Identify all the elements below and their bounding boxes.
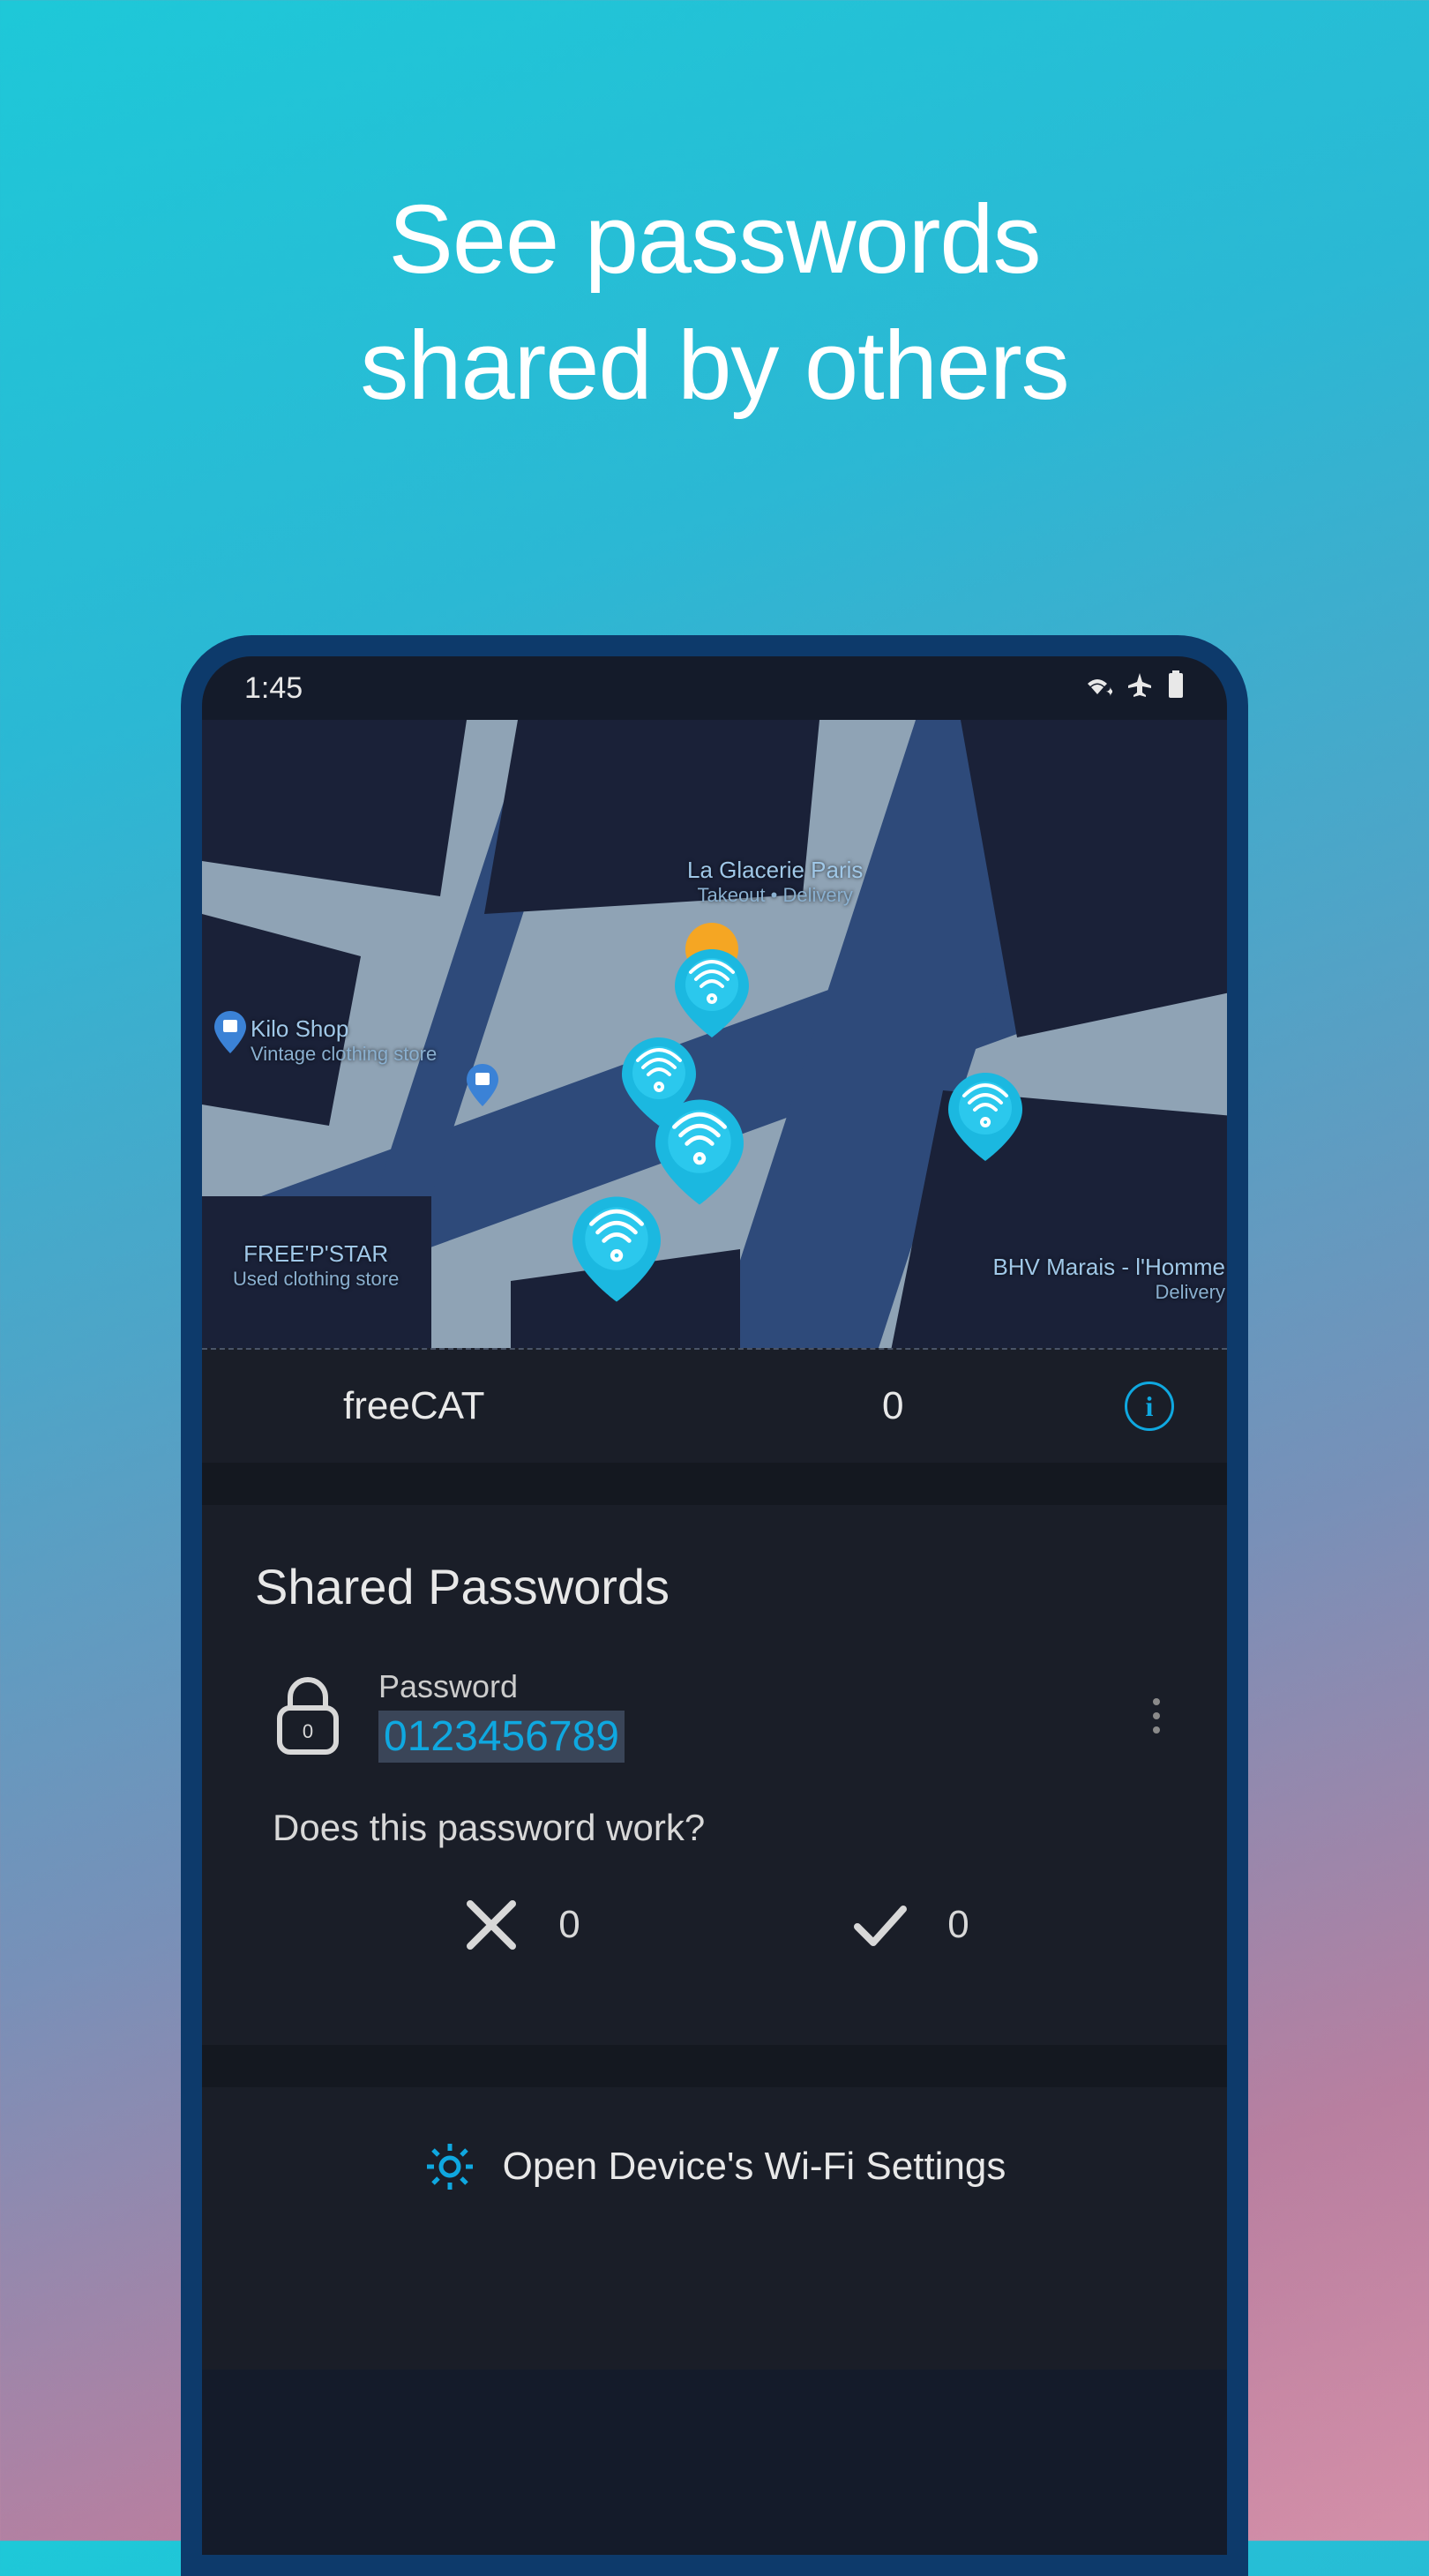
battery-icon [1167,670,1185,707]
lock-icon: 0 [273,1676,343,1756]
settings-label: Open Device's Wi-Fi Settings [503,2145,1006,2189]
status-bar: 1:45 ✦ [202,656,1227,720]
no-count: 0 [558,1903,580,1947]
wifi-hotspot-pin[interactable] [675,949,749,1037]
password-entry: 0 Password 0123456789 [255,1668,1174,1763]
wifi-status-icon: ✦ [1082,671,1112,706]
password-label: Password [378,1668,1104,1705]
wifi-hotspot-pin[interactable] [655,1099,744,1205]
more-options-button[interactable] [1139,1698,1174,1734]
divider [202,2045,1227,2087]
section-title: Shared Passwords [255,1558,1174,1615]
shop-pin-icon[interactable] [467,1064,498,1106]
map-view[interactable]: La Glacerie Paris Takeout • Delivery Kil… [202,720,1227,1348]
network-name: freeCAT [343,1384,485,1428]
wifi-hotspot-pin[interactable] [948,1073,1022,1161]
x-icon [460,1893,523,1957]
open-wifi-settings-button[interactable]: Open Device's Wi-Fi Settings [202,2087,1227,2370]
network-count: 0 [662,1384,1125,1428]
promo-headline: See passwords shared by others [0,0,1429,429]
headline-line1: See passwords [0,176,1429,303]
shop-pin-icon[interactable] [214,1011,246,1053]
network-info-bar[interactable]: freeCAT 0 i [202,1348,1227,1463]
info-button[interactable]: i [1125,1382,1174,1431]
shared-passwords-section: Shared Passwords 0 Password 0123456789 D… [202,1505,1227,2045]
feedback-question: Does this password work? [255,1807,1174,1849]
yes-count: 0 [947,1903,969,1947]
svg-text:0: 0 [303,1720,313,1742]
wifi-hotspot-pin[interactable] [572,1196,661,1302]
map-poi-bhv: BHV Marais - l'Homme Delivery [784,1254,1225,1305]
phone-screen: 1:45 ✦ [202,656,1227,2555]
map-poi-kilo: Kilo Shop Vintage clothing store [251,1015,437,1067]
check-icon [849,1893,912,1957]
map-poi-glacerie: La Glacerie Paris Takeout • Delivery [687,857,863,908]
info-icon: i [1146,1390,1154,1423]
divider [202,1463,1227,1505]
map-poi-freepstar: FREE'P'STAR Used clothing store [233,1240,399,1292]
vote-row: 0 0 [255,1893,1174,2010]
status-icons: ✦ [1082,670,1185,707]
status-time: 1:45 [244,671,303,706]
gear-icon [423,2140,476,2193]
vote-yes-button[interactable]: 0 [849,1893,969,1957]
password-value[interactable]: 0123456789 [378,1711,625,1763]
airplane-mode-icon [1126,671,1153,706]
vote-no-button[interactable]: 0 [460,1893,580,1957]
headline-line2: shared by others [0,303,1429,429]
phone-frame: 1:45 ✦ [181,635,1248,2576]
svg-text:✦: ✦ [1105,685,1112,698]
